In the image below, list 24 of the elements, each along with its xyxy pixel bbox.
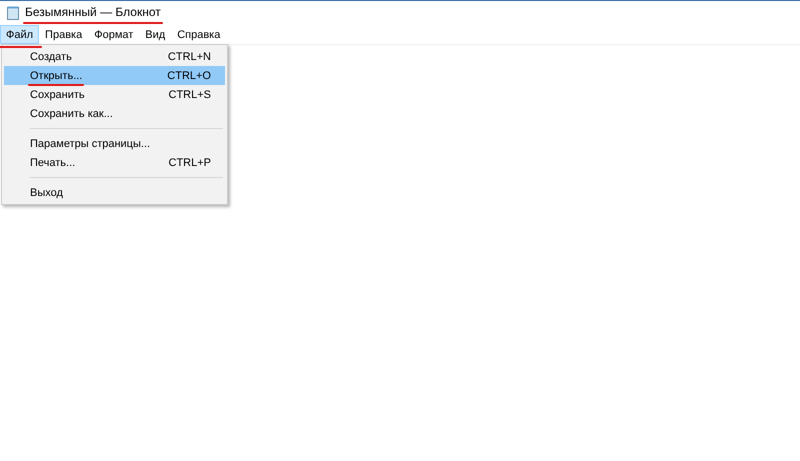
menu-entry-label: Сохранить [30, 88, 85, 100]
menu-entry-label: Параметры страницы... [30, 138, 150, 150]
menu-item[interactable]: Вид [139, 25, 172, 44]
menu-entry[interactable]: Параметры страницы... [4, 134, 225, 153]
menu-item[interactable]: Справка [171, 25, 226, 44]
menu-entry-label: Выход [30, 186, 63, 198]
shortcut-label: CTRL+O [167, 70, 211, 82]
menu-entry-label: Печать... [30, 156, 76, 168]
menu-item[interactable]: Правка [39, 25, 88, 44]
menu-entry[interactable]: Печать... CTRL+P [4, 153, 225, 172]
menu-item[interactable]: Формат [88, 25, 140, 44]
menu-entry-label: Открыть... [30, 70, 82, 82]
shortcut-label: CTRL+P [168, 156, 211, 168]
menu-entry[interactable]: Выход [4, 183, 225, 202]
shortcut-label: CTRL+N [168, 50, 211, 62]
menu-entry-label: Сохранить как... [30, 108, 113, 120]
menu-entry-label: Создать [30, 50, 72, 62]
menu-entry[interactable]: Сохранить как... [4, 104, 225, 123]
notepad-icon [7, 6, 19, 20]
shortcut-label: CTRL+S [168, 88, 211, 100]
menu-entry[interactable]: Открыть... CTRL+O [4, 66, 225, 85]
menu-entry[interactable]: Создать CTRL+N [4, 47, 225, 66]
menu-entry[interactable]: Сохранить CTRL+S [4, 85, 225, 104]
window-title: Безымянный — Блокнот [25, 5, 161, 21]
